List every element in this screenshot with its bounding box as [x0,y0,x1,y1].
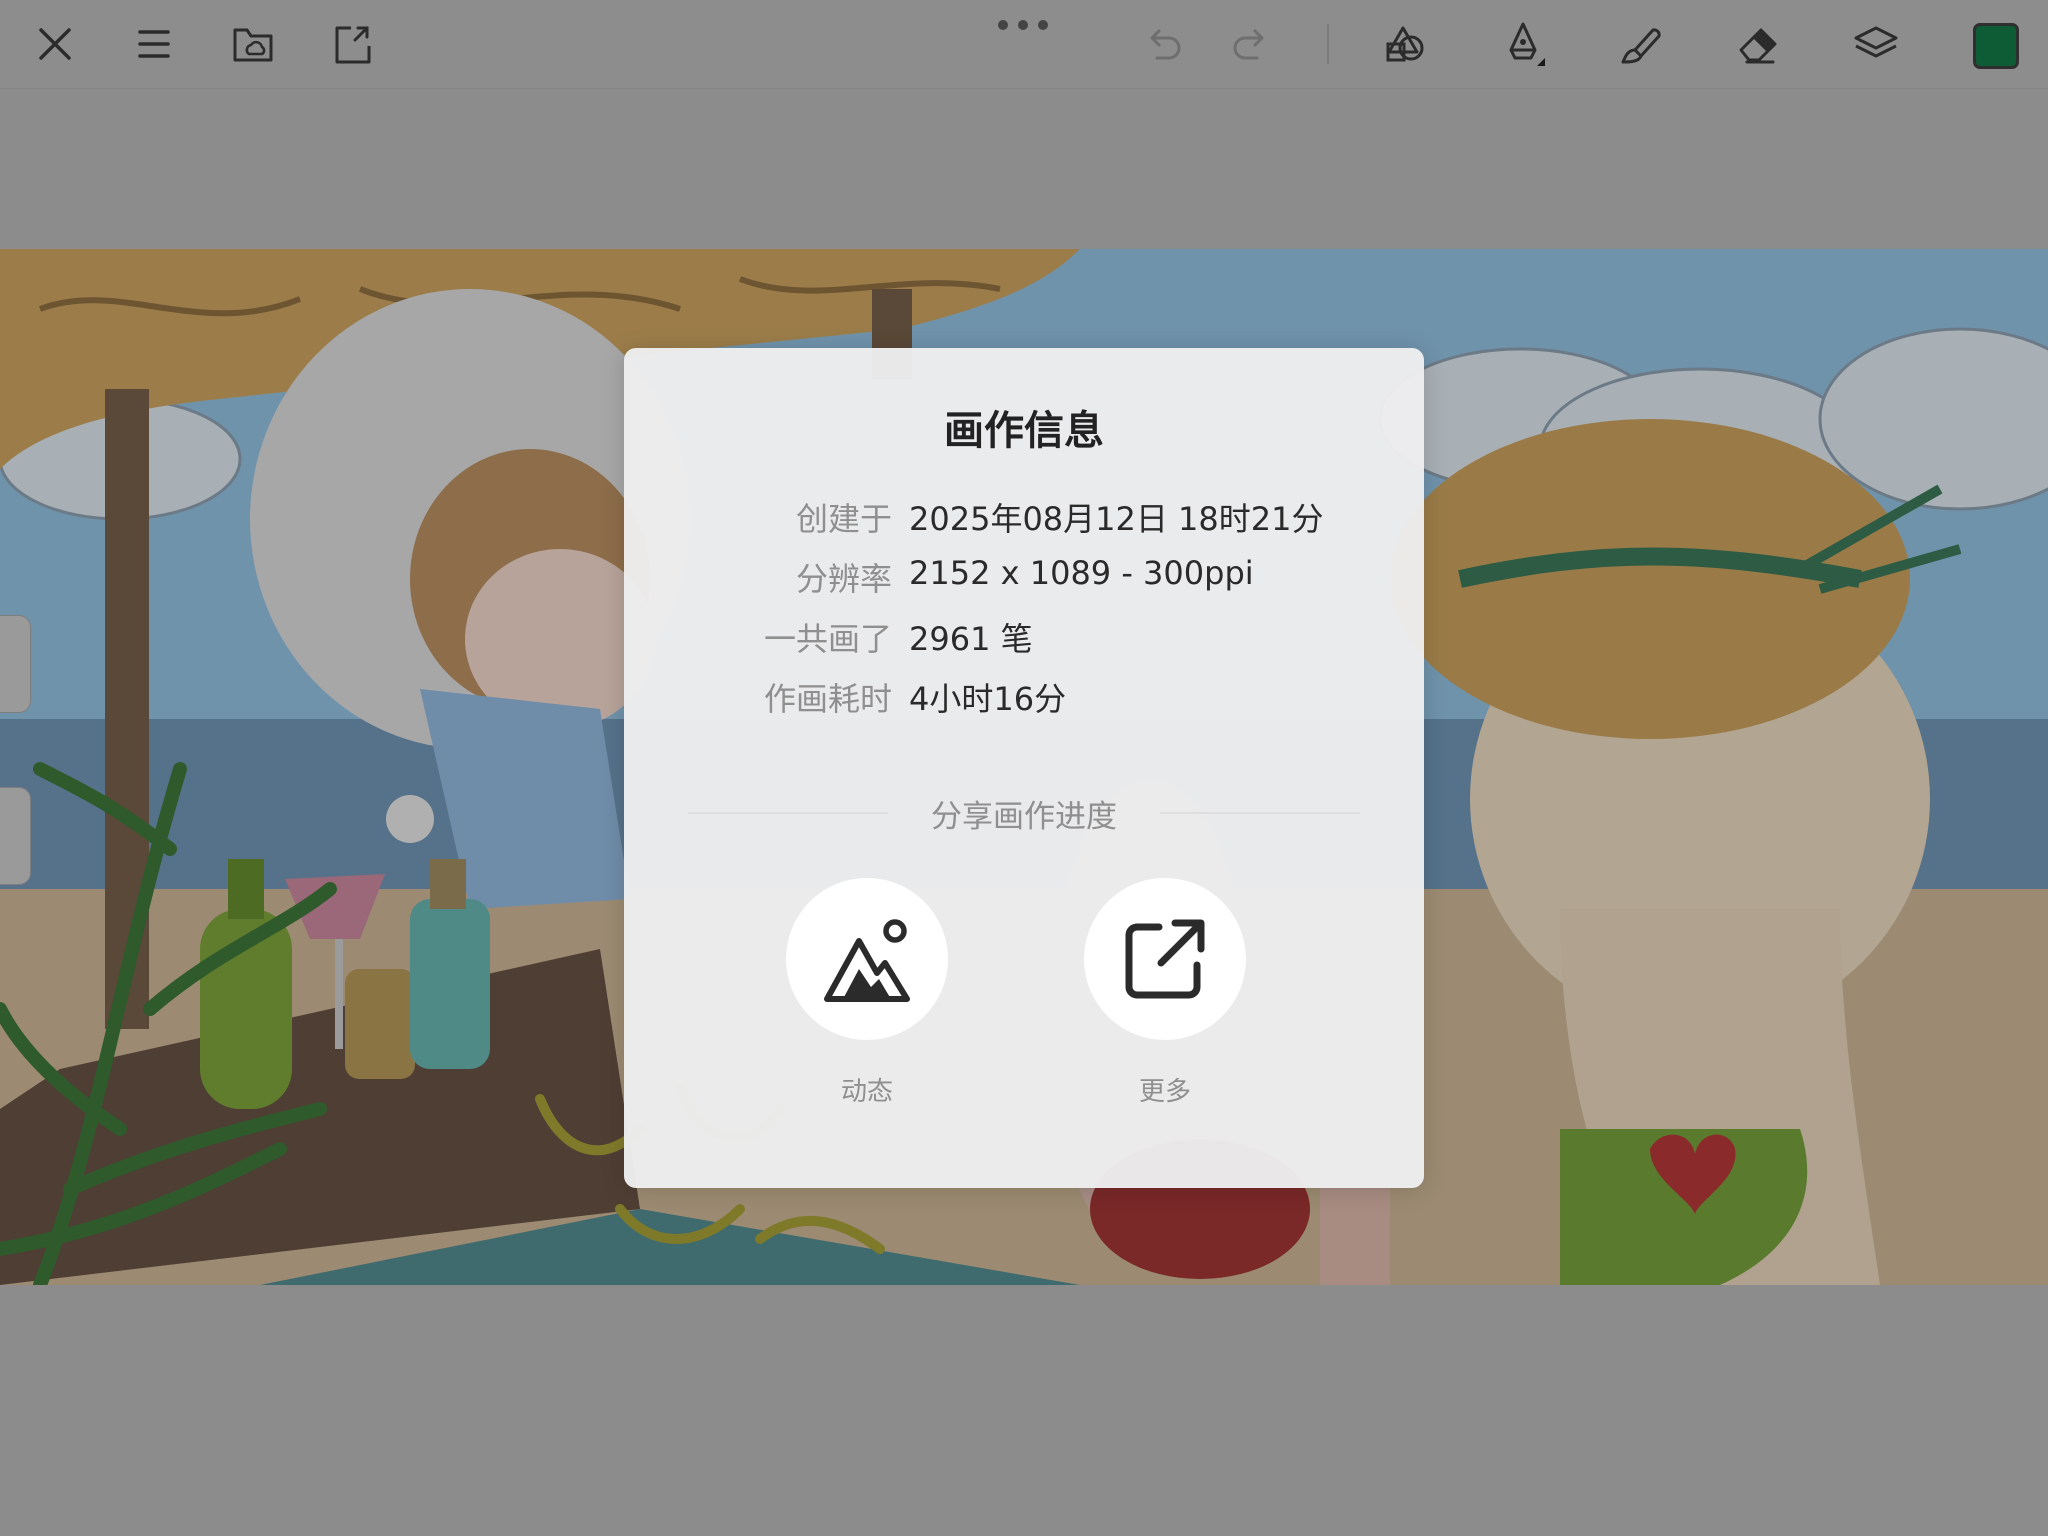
layers-button[interactable] [1846,14,1906,74]
export-button[interactable] [323,14,383,74]
share-more-label: 更多 [1138,1077,1191,1107]
export-icon [335,26,371,64]
redo-button[interactable] [1221,14,1281,74]
undo-button[interactable] [1133,14,1193,74]
pen-tool-button[interactable] [1493,14,1553,74]
close-button[interactable] [25,14,85,74]
more-dots-icon[interactable] [998,20,1048,32]
shapes-tool-button[interactable] [1375,14,1435,74]
close-icon [39,28,71,60]
info-row-resolution: 分辨率 2152 x 1089 - 300ppi [624,554,1424,604]
toolbar-divider [1327,24,1329,64]
share-more-button[interactable] [1084,878,1246,1040]
info-row-created: 创建于 2025年08月12日 18时21分 [624,494,1424,544]
info-row-strokes: 一共画了 2961 笔 [624,614,1424,664]
eraser-tool-button[interactable] [1729,14,1789,74]
side-slider-handle-top[interactable] [0,615,31,713]
side-slider-handle-bottom[interactable] [0,787,31,885]
external-share-icon [1125,919,1205,999]
brush-tool-button[interactable] [1611,14,1671,74]
folder-cloud-icon [233,28,273,62]
top-toolbar [0,0,2048,89]
menu-button[interactable] [124,14,184,74]
info-value: 4小时16分 [909,680,1067,718]
share-divider-right [1160,812,1360,814]
brush-icon [1621,28,1661,64]
info-value: 2152 x 1089 - 300ppi [909,554,1254,592]
undo-icon [1150,29,1181,60]
share-moments-button[interactable] [786,878,948,1040]
info-label: 分辨率 [795,560,892,598]
info-label: 作画耗时 [763,680,892,718]
artwork-info-dialog: 画作信息 创建于 2025年08月12日 18时21分 分辨率 2152 x 1… [624,348,1424,1188]
redo-icon [1233,29,1264,60]
info-row-duration: 作画耗时 4小时16分 [624,674,1424,724]
mountain-image-icon [824,919,910,1002]
dialog-title: 画作信息 [944,408,1104,454]
eraser-icon [1739,28,1777,64]
shapes-icon [1386,26,1424,62]
info-label: 创建于 [795,500,892,538]
info-value: 2025年08月12日 18时21分 [909,500,1324,538]
info-label: 一共画了 [763,620,892,658]
menu-icon [138,30,170,58]
pen-icon [1509,22,1545,66]
share-moments-label: 动态 [840,1077,893,1107]
gallery-button[interactable] [223,14,283,74]
info-value: 2961 笔 [909,620,1033,658]
layers-icon [1854,26,1898,58]
color-swatch-button[interactable] [1973,23,2019,69]
